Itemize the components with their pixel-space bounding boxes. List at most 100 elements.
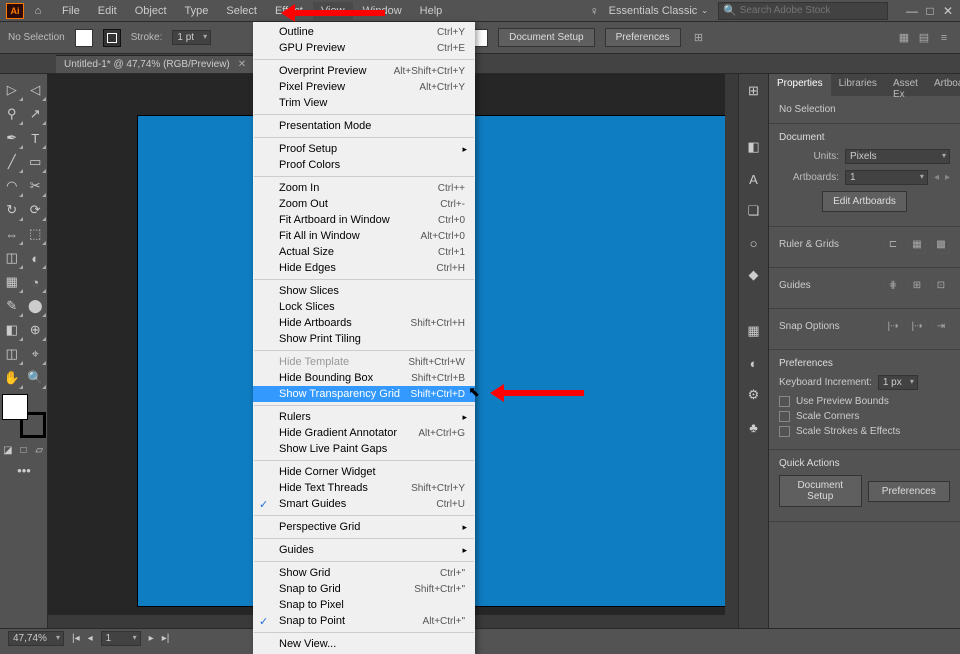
keyboard-increment-input[interactable]: 1 px — [878, 375, 918, 390]
view-menu-proof-colors[interactable]: Proof Colors — [253, 157, 475, 173]
tool-9-1[interactable]: ⬤ — [24, 294, 48, 318]
tool-2-0[interactable]: ✒ — [0, 126, 24, 150]
view-menu-rulers[interactable]: Rulers — [253, 409, 475, 425]
grid-toggle-icon[interactable]: ▦ — [908, 235, 926, 253]
zoom-level[interactable]: 47,74% — [8, 631, 64, 646]
align-icon[interactable]: ⊞ — [691, 30, 707, 46]
view-menu-show-print-tiling[interactable]: Show Print Tiling — [253, 331, 475, 347]
rail-icon-1[interactable]: ◧ — [743, 136, 765, 158]
guides-icon-1[interactable]: ⋕ — [884, 276, 902, 294]
view-menu-actual-size[interactable]: Actual SizeCtrl+1 — [253, 244, 475, 260]
artboard-nav-next-icon[interactable]: ▸ — [149, 633, 154, 644]
color-mode[interactable]: ▱ — [31, 442, 47, 458]
tool-10-1[interactable]: ⊕ — [24, 318, 48, 342]
color-mode[interactable]: □ — [16, 442, 32, 458]
document-setup-button[interactable]: Document Setup — [498, 28, 595, 47]
artboard-nav-prev-icon[interactable]: ◂ — [88, 633, 93, 644]
tool-10-0[interactable]: ◧ — [0, 318, 24, 342]
artboards-select[interactable]: 1 — [845, 170, 928, 185]
rail-icon-5[interactable]: ◆ — [743, 264, 765, 286]
snap-icon-1[interactable]: |⇢ — [884, 317, 902, 335]
view-menu-show-slices[interactable]: Show Slices — [253, 283, 475, 299]
view-menu-show-grid[interactable]: Show GridCtrl+" — [253, 565, 475, 581]
preferences-button[interactable]: Preferences — [605, 28, 681, 47]
artboard-nav-first-icon[interactable]: |◂ — [72, 633, 80, 644]
menu-file[interactable]: File — [54, 2, 88, 20]
menu-object[interactable]: Object — [127, 2, 175, 20]
tool-4-0[interactable]: ◠ — [0, 174, 24, 198]
tool-12-0[interactable]: ✋ — [0, 366, 24, 390]
fill-swatch[interactable] — [75, 29, 93, 47]
tool-0-0[interactable]: ▷ — [0, 78, 24, 102]
view-menu-zoom-out[interactable]: Zoom OutCtrl+- — [253, 196, 475, 212]
view-menu-zoom-in[interactable]: Zoom InCtrl++ — [253, 180, 475, 196]
grid-icon[interactable]: ▦ — [896, 30, 912, 46]
scale-corners-checkbox[interactable]: Scale Corners — [779, 411, 950, 422]
menu-help[interactable]: Help — [412, 2, 451, 20]
view-menu-perspective-grid[interactable]: Perspective Grid — [253, 519, 475, 535]
tool-11-0[interactable]: ◫ — [0, 342, 24, 366]
view-menu-snap-to-pixel[interactable]: Snap to Pixel — [253, 597, 475, 613]
view-menu-show-transparency-grid[interactable]: Show Transparency GridShift+Ctrl+D — [253, 386, 475, 402]
prev-artboard-icon[interactable]: ◂ — [934, 172, 939, 183]
snap-icon-3[interactable]: ⇥ — [932, 317, 950, 335]
menu-type[interactable]: Type — [177, 2, 217, 20]
view-menu-snap-to-point[interactable]: ✓Snap to PointAlt+Ctrl+" — [253, 613, 475, 629]
view-menu-pixel-preview[interactable]: Pixel PreviewAlt+Ctrl+Y — [253, 79, 475, 95]
bulb-icon[interactable]: ♀ — [590, 4, 599, 18]
rail-icon-0[interactable]: ⊞ — [743, 80, 765, 102]
maximize-icon[interactable]: □ — [924, 5, 936, 17]
guides-icon-2[interactable]: ⊞ — [908, 276, 926, 294]
view-menu-fit-all-in-window[interactable]: Fit All in WindowAlt+Ctrl+0 — [253, 228, 475, 244]
artboard-nav-last-icon[interactable]: ▸| — [162, 633, 170, 644]
view-menu-hide-bounding-box[interactable]: Hide Bounding BoxShift+Ctrl+B — [253, 370, 475, 386]
tool-4-1[interactable]: ✂ — [24, 174, 48, 198]
view-menu-show-live-paint-gaps[interactable]: Show Live Paint Gaps — [253, 441, 475, 457]
view-menu-outline[interactable]: OutlineCtrl+Y — [253, 24, 475, 40]
tool-3-0[interactable]: ╱ — [0, 150, 24, 174]
view-menu-snap-to-grid[interactable]: Snap to GridShift+Ctrl+" — [253, 581, 475, 597]
view-menu-overprint-preview[interactable]: Overprint PreviewAlt+Shift+Ctrl+Y — [253, 63, 475, 79]
view-menu-presentation-mode[interactable]: Presentation Mode — [253, 118, 475, 134]
ruler-icon[interactable]: ⊏ — [884, 235, 902, 253]
tool-6-0[interactable]: ⇔ — [0, 222, 24, 246]
qa-preferences-button[interactable]: Preferences — [868, 481, 951, 502]
tool-3-1[interactable]: ▭ — [24, 150, 48, 174]
units-select[interactable]: Pixels — [845, 149, 950, 164]
tool-8-1[interactable]: ◔ — [24, 270, 48, 294]
workspace-switcher[interactable]: Essentials Classic⌄ — [609, 5, 708, 17]
tool-11-1[interactable]: ⌖ — [24, 342, 48, 366]
tool-1-0[interactable]: ⚲ — [0, 102, 24, 126]
home-icon[interactable]: ⌂ — [30, 3, 46, 19]
menu-edit[interactable]: Edit — [90, 2, 125, 20]
rail-icon-8[interactable]: ⚙ — [743, 384, 765, 406]
view-menu-hide-text-threads[interactable]: Hide Text ThreadsShift+Ctrl+Y — [253, 480, 475, 496]
tool-8-0[interactable]: ▦ — [0, 270, 24, 294]
edit-toolbar[interactable]: ••• — [0, 458, 48, 482]
tool-12-1[interactable]: 🔍 — [24, 366, 48, 390]
panel-tab-asset ex[interactable]: Asset Ex — [885, 74, 926, 96]
snap-icon-2[interactable]: |⇢ — [908, 317, 926, 335]
next-artboard-icon[interactable]: ▸ — [945, 172, 950, 183]
tool-5-0[interactable]: ↻ — [0, 198, 24, 222]
tool-1-1[interactable]: ↗ — [24, 102, 48, 126]
view-menu-trim-view[interactable]: Trim View — [253, 95, 475, 111]
view-menu-guides[interactable]: Guides — [253, 542, 475, 558]
stroke-swatch[interactable] — [103, 29, 121, 47]
close-icon[interactable]: ✕ — [942, 5, 954, 17]
edit-artboards-button[interactable]: Edit Artboards — [822, 191, 907, 212]
view-menu-hide-corner-widget[interactable]: Hide Corner Widget — [253, 464, 475, 480]
snap-icon[interactable]: ▤ — [916, 30, 932, 46]
artboard-number[interactable]: 1 — [101, 631, 141, 646]
view-menu-hide-gradient-annotator[interactable]: Hide Gradient AnnotatorAlt+Ctrl+G — [253, 425, 475, 441]
minimize-icon[interactable]: — — [906, 5, 918, 17]
guides-icon-3[interactable]: ⊡ — [932, 276, 950, 294]
panel-tab-libraries[interactable]: Libraries — [831, 74, 885, 96]
use-preview-bounds-checkbox[interactable]: Use Preview Bounds — [779, 396, 950, 407]
tool-5-1[interactable]: ⟳ — [24, 198, 48, 222]
search-input[interactable]: 🔍 — [718, 2, 888, 20]
tool-6-1[interactable]: ⬚ — [24, 222, 48, 246]
view-menu-smart-guides[interactable]: ✓Smart GuidesCtrl+U — [253, 496, 475, 512]
rail-icon-3[interactable]: ❏ — [743, 200, 765, 222]
tool-0-1[interactable]: ◁ — [24, 78, 48, 102]
